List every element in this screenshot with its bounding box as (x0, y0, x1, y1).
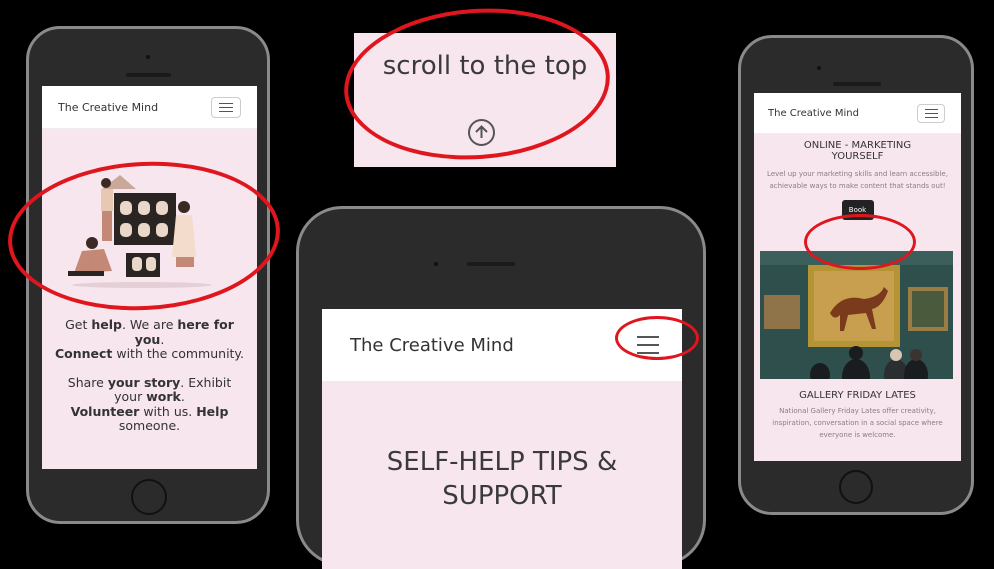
emphasis-text: help (91, 317, 122, 332)
intro-text-run: someone. (118, 418, 181, 433)
intro-text-run: Get (65, 317, 92, 332)
home-button (839, 470, 873, 504)
front-camera (817, 66, 821, 70)
home-button (131, 479, 167, 515)
hamburger-icon-line (219, 106, 233, 108)
intro-text: Get help. We are here for you. Connect wi… (52, 317, 247, 434)
menu-toggle-button[interactable] (211, 96, 241, 118)
right-phone: The Creative Mind ONLINE - MARKETING YOU… (738, 35, 974, 515)
highlight-ring-menu (615, 316, 699, 360)
brand-logo[interactable]: The Creative Mind (58, 101, 158, 114)
highlight-ring-book (804, 214, 916, 270)
intro-paragraph-1: Get help. We are here for you. Connect wi… (52, 317, 247, 362)
brand-logo[interactable]: The Creative Mind (350, 335, 514, 356)
intro-line: Share your story. Exhibit your work. (52, 374, 247, 405)
emphasis-text: work (146, 389, 181, 404)
event-title: GALLERY FRIDAY LATES (799, 390, 916, 401)
emphasis-text: Volunteer (70, 403, 140, 419)
event-title-line-1: ONLINE - MARKETING (803, 140, 912, 151)
intro-line: Volunteer with us. Help someone. (52, 403, 247, 434)
event-description: National Gallery Friday Lates offer crea… (772, 407, 943, 439)
page-heading: SELF-HELP TIPS & SUPPORT (322, 445, 682, 513)
hamburger-icon (924, 108, 938, 110)
hamburger-icon-line (924, 116, 938, 118)
earpiece (833, 82, 881, 86)
page-heading-line-1: SELF-HELP TIPS & (386, 447, 618, 477)
emphasis-text: Connect (54, 346, 113, 361)
front-camera (146, 55, 150, 59)
event-title: ONLINE - MARKETING YOURSELF (762, 140, 953, 162)
front-camera (434, 262, 438, 266)
gallery-image (760, 251, 953, 379)
hamburger-icon (219, 102, 233, 104)
event-title-line-2: YOURSELF (831, 151, 884, 162)
menu-toggle-button[interactable] (917, 103, 945, 123)
intro-text-run: . We are (121, 317, 178, 332)
emphasis-text: your story (107, 374, 181, 390)
intro-text-run: with us. (139, 403, 197, 419)
brand-logo[interactable]: The Creative Mind (768, 108, 859, 119)
emphasis-text: Help (196, 403, 229, 419)
center-phone: The Creative Mind SELF-HELP TIPS & SUPPO… (296, 206, 706, 569)
event-description: Level up your marketing skills and learn… (767, 170, 948, 190)
right-screen: The Creative Mind ONLINE - MARKETING YOU… (754, 93, 961, 461)
earpiece (126, 73, 171, 77)
navbar: The Creative Mind (754, 93, 961, 133)
intro-text-run: Share (67, 374, 108, 390)
navbar: The Creative Mind (42, 86, 257, 128)
earpiece (467, 262, 515, 266)
intro-paragraph-2: Share your story. Exhibit your work. Volu… (52, 374, 247, 434)
page-heading-line-2: SUPPORT (442, 481, 562, 511)
event-card-gallery: GALLERY FRIDAY LATES National Gallery Fr… (762, 390, 953, 441)
intro-text-run: with the community. (112, 346, 245, 361)
event-card-marketing: ONLINE - MARKETING YOURSELF Level up you… (762, 140, 953, 220)
intro-line: Get help. We are here for you. (52, 317, 247, 347)
hamburger-icon-line (924, 112, 938, 114)
hamburger-icon-line (219, 110, 233, 112)
intro-text-run: . (180, 389, 185, 404)
intro-line: Connect with the community. (52, 346, 247, 362)
intro-text-run: . (160, 331, 165, 347)
